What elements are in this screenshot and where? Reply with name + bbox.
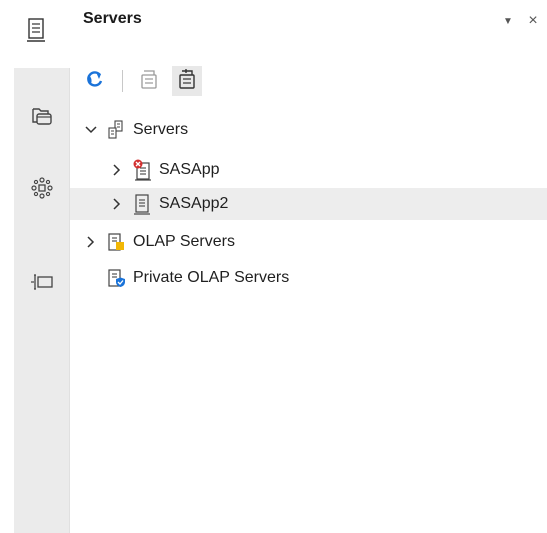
server-icon (132, 194, 152, 215)
network-node-icon (30, 176, 53, 204)
chevron-right-icon[interactable] (84, 235, 98, 249)
rail-item-network[interactable] (14, 168, 69, 212)
olap-server-icon (106, 232, 126, 252)
toolbar-separator (122, 70, 123, 92)
tree-label: Servers (133, 121, 189, 138)
refresh-icon (85, 69, 105, 94)
close-icon: × (528, 12, 538, 29)
tree-label: OLAP Servers (133, 233, 235, 250)
refresh-button[interactable] (80, 66, 110, 96)
tree-label: SASApp2 (159, 195, 229, 212)
chevron-down-icon[interactable] (84, 123, 98, 137)
tree-item-sasapp[interactable]: SASApp (70, 154, 547, 186)
dropdown-arrow-icon: ▼ (503, 15, 513, 27)
folders-icon (31, 106, 53, 131)
tree-item-olap-servers[interactable]: OLAP Servers (70, 226, 547, 258)
chevron-right-icon[interactable] (110, 163, 124, 177)
private-olap-server-icon (106, 268, 126, 288)
tree-label: Private OLAP Servers (133, 269, 290, 286)
rail-item-editor[interactable] (14, 262, 69, 306)
connect-server-button[interactable] (172, 66, 202, 96)
server-disconnect-icon (139, 68, 159, 95)
panel-close-button[interactable]: × (524, 12, 542, 30)
server-icon[interactable] (24, 16, 48, 44)
tree-root-servers[interactable]: Servers (70, 114, 547, 146)
server-connect-icon (177, 68, 197, 95)
server-group-icon (106, 120, 126, 140)
rail-item-folders[interactable] (14, 96, 69, 140)
text-cursor-box-icon (30, 272, 54, 297)
tree-item-sasapp2[interactable]: SASApp2 (70, 188, 547, 220)
disconnect-server-button[interactable] (134, 66, 164, 96)
server-error-icon (132, 159, 152, 181)
tree-item-private-olap-servers[interactable]: Private OLAP Servers (70, 262, 547, 294)
tree-label: SASApp (159, 161, 220, 178)
chevron-right-icon[interactable] (110, 197, 124, 211)
panel-title: Servers (83, 10, 142, 27)
panel-menu-button[interactable]: ▼ (499, 12, 517, 30)
